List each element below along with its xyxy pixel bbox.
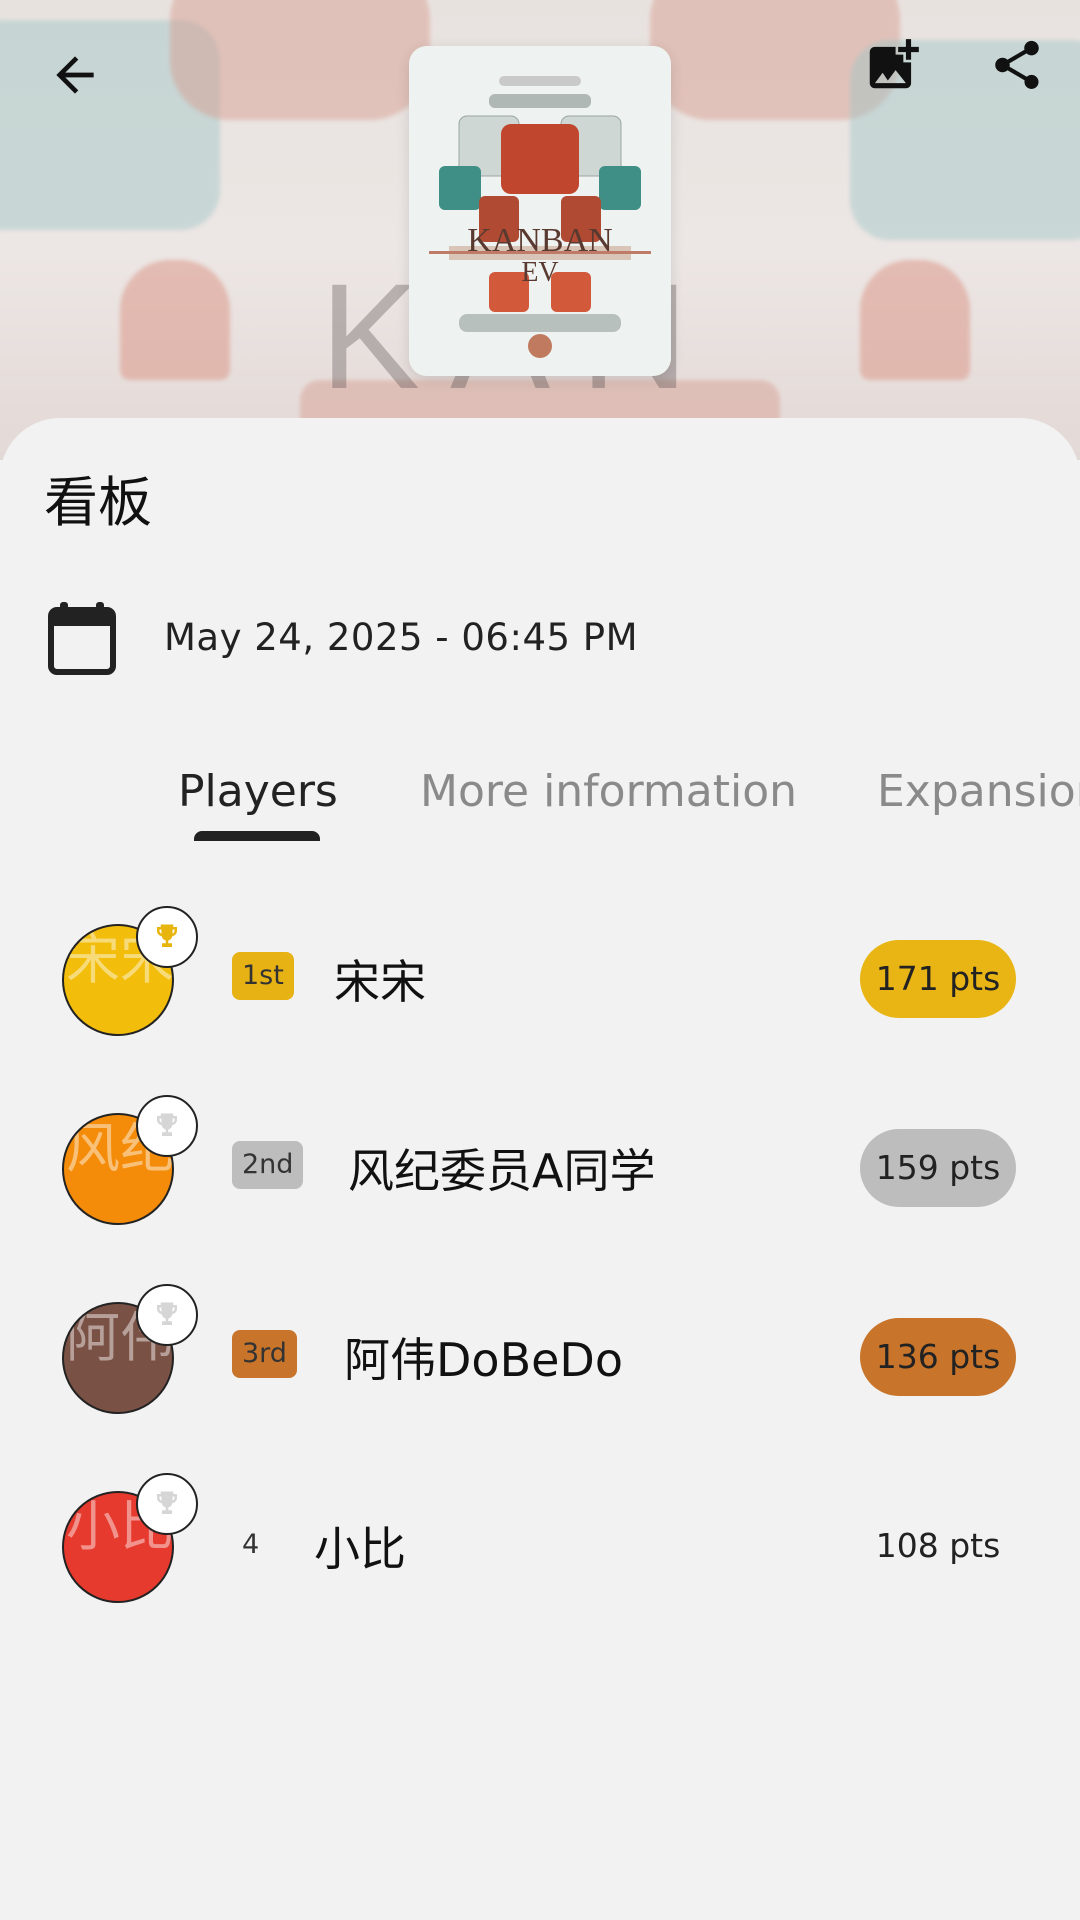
trophy-badge	[136, 1284, 198, 1346]
share-button[interactable]	[982, 30, 1052, 100]
rank-badge: 3rd	[232, 1330, 297, 1378]
add-image-button[interactable]	[858, 30, 928, 100]
game-cover-image: KANBAN EV	[409, 46, 671, 376]
tab-players[interactable]: Players	[178, 766, 338, 817]
player-name: 宋宋	[334, 955, 426, 1009]
add-photo-icon	[869, 39, 919, 89]
tab-expansions[interactable]: Expansions	[877, 766, 1080, 817]
back-button[interactable]	[40, 40, 110, 110]
trophy-icon	[157, 1113, 177, 1136]
trophy-icon	[157, 924, 177, 947]
player-name: 小比	[314, 1522, 406, 1576]
tab-active-indicator	[194, 831, 320, 841]
player-row[interactable]: 宋宋 1st 宋宋 171 pts	[0, 906, 1080, 1074]
player-row[interactable]: 风纪 2nd 风纪委员A同学 159 pts	[0, 1095, 1080, 1263]
player-row[interactable]: 小比 4 小比 108 pts	[0, 1473, 1080, 1641]
game-date[interactable]: May 24, 2025 - 06:45 PM	[164, 616, 638, 659]
rank-label: 4	[242, 1529, 260, 1560]
rank-badge: 1st	[232, 952, 294, 1000]
trophy-badge	[136, 1473, 198, 1535]
avatar-initials: 宋宋	[66, 928, 174, 991]
score-label: 108 pts	[875, 1526, 1001, 1565]
score-pill: 159 pts	[860, 1129, 1016, 1207]
avatar-initials: 阿伟	[66, 1306, 174, 1369]
tab-more-information[interactable]: More information	[420, 766, 797, 817]
trophy-badge	[136, 906, 198, 968]
arrow-back-icon	[56, 56, 94, 94]
player-row[interactable]: 阿伟 3rd 阿伟DoBeDo 136 pts	[0, 1284, 1080, 1452]
tab-bar: Players More information Expansions	[0, 738, 1080, 858]
trophy-icon	[157, 1302, 177, 1325]
share-icon	[995, 40, 1039, 89]
svg-text:KANBAN: KANBAN	[467, 222, 612, 259]
game-title: 看板	[44, 471, 152, 534]
player-name: 风纪委员A同学	[348, 1144, 656, 1198]
trophy-badge	[136, 1095, 198, 1157]
avatar-initials: 小比	[66, 1495, 174, 1558]
trophy-icon	[157, 1491, 177, 1514]
player-name: 阿伟DoBeDo	[344, 1333, 623, 1387]
score-pill: 171 pts	[860, 940, 1016, 1018]
calendar-icon	[48, 602, 116, 675]
avatar-initials: 风纪	[66, 1117, 174, 1180]
kanban-ev-box-art: KANBAN EV	[409, 46, 671, 376]
date-row	[46, 600, 118, 676]
rank-badge: 2nd	[232, 1141, 304, 1189]
score-pill: 136 pts	[860, 1318, 1016, 1396]
svg-text:EV: EV	[521, 257, 558, 288]
